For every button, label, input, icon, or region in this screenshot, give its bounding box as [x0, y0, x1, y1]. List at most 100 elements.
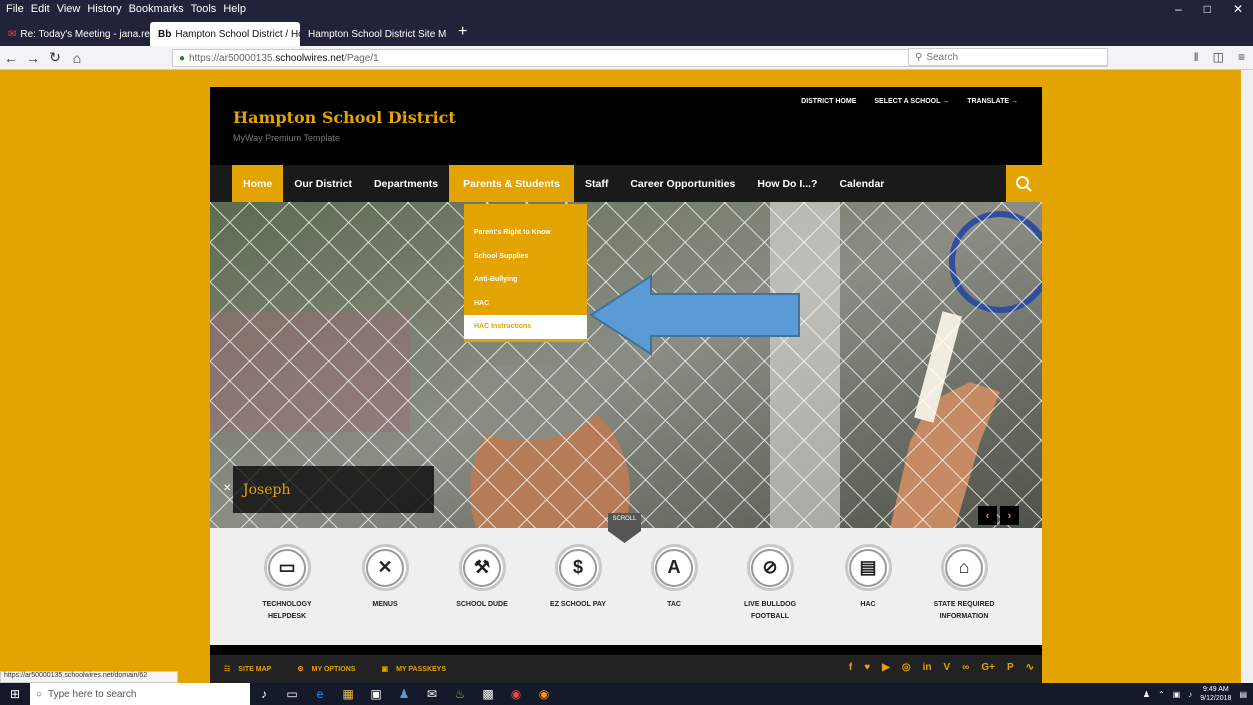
pinterest-icon[interactable]: P — [1007, 662, 1014, 673]
file-explorer-icon[interactable]: ▦ — [334, 683, 362, 705]
dropdown-item-parents-right-to-know[interactable]: Parent's Right to Know — [464, 221, 587, 245]
notes-icon[interactable]: ▩ — [474, 683, 502, 705]
dropdown-item-anti-bullying[interactable]: Anti-Bullying — [464, 268, 587, 292]
nav-departments[interactable]: Departments — [363, 165, 449, 202]
show-hidden-icons-icon[interactable]: ⌃ — [1158, 690, 1165, 699]
sidebar-icon[interactable]: ◫ — [1213, 50, 1224, 64]
hamburger-menu-icon[interactable]: ≡ — [1238, 50, 1245, 64]
chrome-icon[interactable]: ◉ — [502, 683, 530, 705]
tab-hampton-home[interactable]: Bb Hampton School District / Hor ✕ — [150, 22, 300, 46]
nav-how-do-i[interactable]: How Do I...? — [746, 165, 828, 202]
clock[interactable]: 9:49 AM 9/12/2018 — [1200, 685, 1231, 703]
quick-link-hac[interactable]: ▤ HAC — [828, 544, 908, 611]
volume-icon[interactable]: ♪ — [1188, 690, 1192, 699]
notifications-icon[interactable]: ▤ — [1239, 690, 1247, 699]
menu-view[interactable]: View — [57, 3, 81, 15]
tab-site-manager[interactable]: Hampton School District Site M ✕ — [300, 22, 450, 46]
site-title[interactable]: Hampton School District — [233, 108, 456, 127]
store-icon[interactable]: ▣ — [362, 683, 390, 705]
task-view-icon[interactable]: ▭ — [278, 683, 306, 705]
tab-label: Hampton School District Site M — [308, 28, 447, 40]
nav-parents-students[interactable]: Parents & Students — [449, 165, 574, 202]
menu-history[interactable]: History — [87, 3, 121, 15]
windows-start-icon[interactable]: ⊞ — [0, 687, 30, 701]
quick-link-ez-school-pay[interactable]: $ EZ SCHOOL PAY — [538, 544, 618, 611]
firefox-icon[interactable]: ◉ — [530, 683, 558, 705]
maximize-icon[interactable]: □ — [1204, 2, 1211, 16]
caption-close-icon[interactable]: ✕ — [223, 483, 231, 494]
flickr-icon[interactable]: ∞ — [962, 662, 969, 673]
facebook-icon[interactable]: f — [849, 662, 852, 673]
site-map-link[interactable]: ☷ SITE MAP — [224, 665, 271, 674]
microphone-icon[interactable]: ♪ — [250, 683, 278, 705]
menu-file[interactable]: File — [6, 3, 24, 15]
page-scrollbar[interactable] — [1241, 70, 1253, 683]
my-passkeys-label: MY PASSKEYS — [396, 665, 447, 673]
dropdown-item-hac-instructions[interactable]: HAC Instructions — [464, 315, 587, 339]
select-school-link[interactable]: SELECT A SCHOOL → — [874, 98, 949, 105]
menu-edit[interactable]: Edit — [31, 3, 50, 15]
my-options-link[interactable]: ⚙ MY OPTIONS — [297, 665, 355, 674]
nav-staff[interactable]: Staff — [574, 165, 619, 202]
quick-link-school-dude[interactable]: ⚒ SCHOOL DUDE — [442, 544, 522, 611]
quick-link-live-bulldog-football[interactable]: ⊘ LIVE BULLDOG FOOTBALL — [730, 544, 810, 623]
cortana-icon: ○ — [36, 688, 43, 700]
home-icon[interactable]: ⌂ — [66, 50, 88, 66]
scroll-label: SCROLL — [612, 516, 637, 522]
nav-career-opportunities[interactable]: Career Opportunities — [619, 165, 746, 202]
reload-icon[interactable]: ↻ — [44, 49, 66, 66]
quick-link-menus[interactable]: ✕ MENUS — [345, 544, 425, 611]
menu-bookmarks[interactable]: Bookmarks — [129, 3, 184, 15]
library-icon[interactable]: ‖ — [1194, 50, 1199, 64]
taskbar-search-input[interactable]: ○ Type here to search — [30, 683, 250, 705]
translate-link[interactable]: TRANSLATE → — [967, 98, 1018, 105]
google-plus-icon[interactable]: G+ — [981, 662, 995, 673]
tab-label: Hampton School District / Hor — [175, 28, 300, 40]
linkedin-icon[interactable]: in — [923, 662, 932, 673]
youtube-icon[interactable]: ▶ — [882, 662, 890, 673]
back-icon[interactable]: ← — [0, 50, 22, 66]
next-slide-icon[interactable]: › — [1000, 506, 1019, 525]
twitter-icon[interactable]: ♥ — [864, 662, 870, 673]
browser-menubar: File Edit View History Bookmarks Tools H… — [0, 0, 1253, 18]
people-tray-icon[interactable]: ♟ — [1143, 690, 1150, 699]
quick-link-label: HAC — [860, 601, 876, 608]
instagram-icon[interactable]: ◎ — [902, 662, 911, 673]
my-passkeys-link[interactable]: ▣ MY PASSKEYS — [381, 665, 447, 674]
quick-link-state-required-information[interactable]: ⌂ STATE REQUIRED INFORMATION — [924, 544, 1004, 623]
new-tab-icon[interactable]: + — [450, 23, 475, 41]
minimize-icon[interactable]: – — [1175, 2, 1182, 16]
menu-help[interactable]: Help — [223, 3, 246, 15]
people-icon[interactable]: ♟ — [390, 683, 418, 705]
bb-icon: Bb — [158, 28, 172, 40]
tab-mail[interactable]: ✉ Re: Today's Meeting - jana.rey ✕ — [0, 22, 150, 46]
app-icon[interactable]: ♨ — [446, 683, 474, 705]
nav-home[interactable]: Home — [232, 165, 284, 202]
rss-icon[interactable]: ∿ — [1026, 662, 1034, 673]
nav-our-district[interactable]: Our District — [283, 165, 363, 202]
district-home-link[interactable]: DISTRICT HOME — [801, 98, 856, 105]
taskbar-search-placeholder: Type here to search — [48, 688, 137, 700]
nav-calendar[interactable]: Calendar — [828, 165, 895, 202]
browser-search-input[interactable]: ⚲ Search — [908, 48, 1108, 66]
clock-time: 9:49 AM — [1203, 686, 1229, 693]
previous-slide-icon[interactable]: ‹ — [978, 506, 997, 525]
sitemap-icon: ☷ — [224, 666, 231, 673]
quick-link-label: TAC — [667, 601, 681, 608]
footer-bar: ☷ SITE MAP ⚙ MY OPTIONS ▣ MY PASSKEYS f ♥ ▶… — [210, 655, 1042, 683]
dropdown-item-school-supplies[interactable]: School Supplies — [464, 245, 587, 269]
close-icon[interactable]: ✕ — [1233, 2, 1243, 16]
quick-link-tac[interactable]: A TAC — [634, 544, 714, 611]
menu-tools[interactable]: Tools — [191, 3, 217, 15]
top-links: DISTRICT HOME SELECT A SCHOOL → TRANSLAT… — [801, 98, 1018, 105]
quick-link-technology-helpdesk[interactable]: ▭ TECHNOLOGY HELPDESK — [247, 544, 327, 623]
tab-bar: ✉ Re: Today's Meeting - jana.rey ✕ Bb Ha… — [0, 18, 1253, 46]
slide-caption[interactable]: Joseph — [233, 466, 434, 513]
site-search-icon[interactable] — [1006, 165, 1042, 202]
edge-icon[interactable]: e — [306, 683, 334, 705]
forward-icon[interactable]: → — [22, 50, 44, 66]
dropdown-item-hac[interactable]: HAC — [464, 292, 587, 316]
mail-icon[interactable]: ✉ — [418, 683, 446, 705]
vimeo-icon[interactable]: V — [944, 662, 951, 673]
network-icon[interactable]: ▣ — [1173, 690, 1181, 699]
